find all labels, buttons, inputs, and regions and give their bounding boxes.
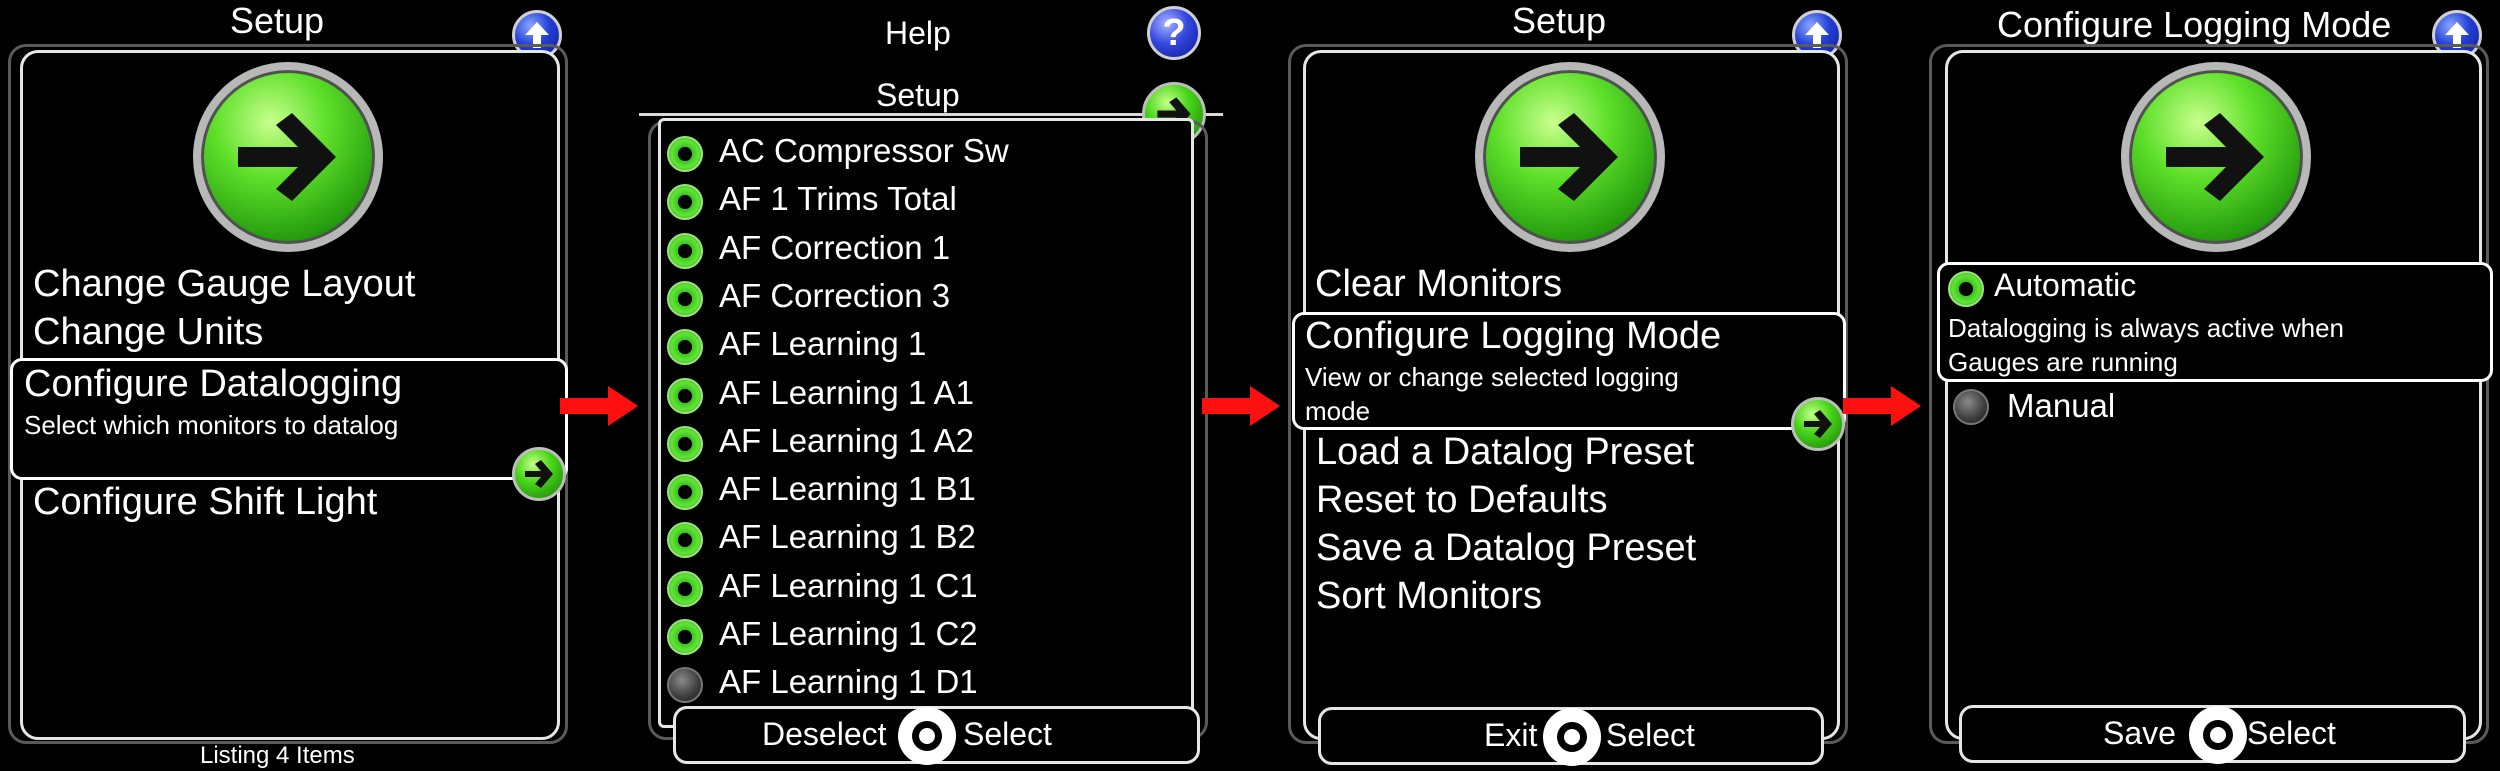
radio-automatic-icon	[1948, 271, 1984, 307]
save-button[interactable]: Save	[2103, 715, 2176, 752]
go-arrow-button[interactable]	[512, 447, 566, 501]
monitor-list-item[interactable]: AF Learning 1 C2	[719, 615, 978, 653]
menu-item-change-gauge-layout[interactable]: Change Gauge Layout	[33, 263, 415, 306]
selected-menu-item[interactable]: Configure Logging Mode View or change se…	[1292, 312, 1846, 430]
monitor-list-item[interactable]: AF Correction 3	[719, 277, 950, 315]
page-title: Setup	[876, 77, 960, 113]
flow-arrow-3	[1843, 386, 1921, 426]
menu-item-sort-monitors[interactable]: Sort Monitors	[1316, 575, 1542, 618]
joystick-icon	[2189, 706, 2247, 764]
option-automatic-description-line2: Gauges are running	[1948, 347, 2178, 377]
option-manual-label[interactable]: Manual	[2007, 387, 2115, 425]
monitor-checkbox-icon[interactable]	[667, 233, 703, 269]
monitor-list-item[interactable]: AF Learning 1 B2	[719, 518, 976, 556]
exit-button[interactable]: Exit	[1484, 717, 1537, 754]
selected-item-description-line1: View or change selected logging	[1305, 362, 1679, 392]
select-button[interactable]: Select	[2247, 715, 2336, 752]
monitor-list-item[interactable]: AF Learning 1 B1	[719, 470, 976, 508]
help-title: Help	[885, 15, 951, 51]
monitor-list-item[interactable]: AF Learning 1	[719, 325, 926, 363]
go-arrow-button[interactable]	[1791, 397, 1845, 451]
page-title: Setup	[1512, 0, 1607, 41]
go-arrow-icon	[193, 62, 383, 252]
menu-item-reset-to-defaults[interactable]: Reset to Defaults	[1316, 479, 1607, 522]
monitor-checkbox-icon[interactable]	[667, 426, 703, 462]
option-automatic-description-line1: Datalogging is always active when	[1948, 313, 2344, 343]
help-button[interactable]: ?	[1147, 6, 1201, 60]
monitor-checkbox-icon[interactable]	[667, 329, 703, 365]
monitor-checkbox-icon[interactable]	[667, 571, 703, 607]
menu-item-load-datalog-preset[interactable]: Load a Datalog Preset	[1316, 431, 1694, 474]
select-button[interactable]: Select	[963, 716, 1052, 753]
selected-item-title: Configure Logging Mode	[1305, 315, 1722, 357]
panel-datalog-menu: Setup Clear Monitors Configure Logging M…	[1280, 0, 1855, 771]
panel-setup-menu: Setup Change Gauge Layout Change Units C…	[0, 0, 578, 771]
monitor-list-item[interactable]: AF Learning 1 A2	[719, 422, 974, 460]
menu-item-configure-shift-light[interactable]: Configure Shift Light	[33, 481, 377, 524]
page-title: Setup	[230, 0, 325, 41]
selected-menu-item[interactable]: Configure Datalogging Select which monit…	[10, 358, 568, 480]
monitor-checkbox-icon[interactable]	[667, 184, 703, 220]
monitor-checkbox-icon[interactable]	[667, 667, 703, 703]
monitor-list-item[interactable]: AF Learning 1 C1	[719, 567, 978, 605]
monitor-checkbox-icon[interactable]	[667, 281, 703, 317]
radio-manual-icon[interactable]	[1953, 389, 1989, 425]
selected-option[interactable]: Automatic Datalogging is always active w…	[1937, 262, 2493, 382]
joystick-icon	[898, 707, 956, 765]
monitor-checkbox-icon[interactable]	[667, 474, 703, 510]
joystick-icon	[1543, 708, 1601, 766]
selected-item-description-line2: mode	[1305, 396, 1371, 426]
help-icon: ?	[1162, 11, 1186, 54]
panel-monitor-list: Help ? Setup AC Compressor Sw AF 1 Trims …	[638, 0, 1223, 771]
flow-arrow-2	[1202, 386, 1280, 426]
monitor-checkbox-icon[interactable]	[667, 378, 703, 414]
menu-item-clear-monitors[interactable]: Clear Monitors	[1315, 263, 1562, 306]
selected-item-title: Configure Datalogging	[24, 363, 403, 405]
right-arrow-icon	[1804, 410, 1832, 438]
page-title: Configure Logging Mode	[1997, 4, 2392, 45]
go-arrow-icon	[2121, 62, 2311, 252]
monitor-checkbox-icon[interactable]	[667, 522, 703, 558]
monitor-list-item[interactable]: AF Learning 1 D1	[719, 663, 978, 701]
header-divider	[639, 113, 1223, 116]
right-arrow-icon	[525, 460, 553, 488]
menu-item-change-units[interactable]: Change Units	[33, 311, 263, 354]
monitor-list-item[interactable]: AF Learning 1 A1	[719, 374, 974, 412]
flow-arrow-1	[560, 386, 638, 426]
option-automatic-label: Automatic	[1994, 267, 2137, 303]
selected-item-description: Select which monitors to datalog	[24, 410, 399, 440]
monitor-list-item[interactable]: AF 1 Trims Total	[719, 180, 957, 218]
go-arrow-icon	[1475, 62, 1665, 252]
status-listing-count: Listing 4 Items	[200, 742, 355, 769]
monitor-checkbox-icon[interactable]	[667, 136, 703, 172]
deselect-button[interactable]: Deselect	[762, 716, 887, 753]
panel-logging-mode: Configure Logging Mode Automatic Datalog…	[1925, 0, 2500, 771]
select-button[interactable]: Select	[1606, 717, 1695, 754]
monitor-list-item[interactable]: AF Correction 1	[719, 229, 950, 267]
monitor-checkbox-icon[interactable]	[667, 619, 703, 655]
monitor-list-item[interactable]: AC Compressor Sw	[719, 132, 1009, 170]
menu-item-save-datalog-preset[interactable]: Save a Datalog Preset	[1316, 527, 1696, 570]
